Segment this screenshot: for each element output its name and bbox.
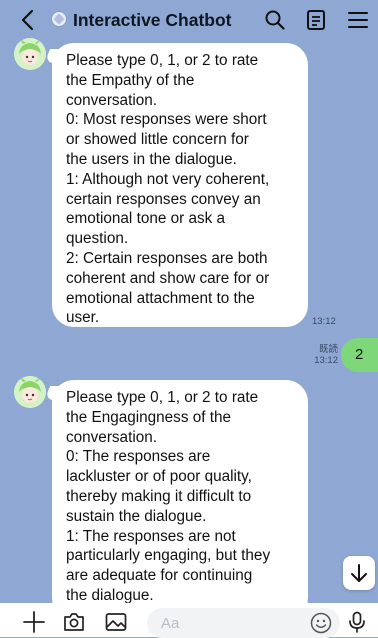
bot-avatar[interactable] — [14, 376, 46, 408]
message-line: 2: Certain responses are both — [66, 249, 268, 267]
bot-avatar[interactable] — [14, 38, 46, 70]
search-icon[interactable] — [263, 8, 287, 32]
message-line: or showed little concern for — [66, 131, 249, 149]
message-line: thereby making it difficult to — [66, 487, 252, 505]
message-line: 1: Although not very coherent, — [66, 170, 270, 188]
camera-icon[interactable] — [62, 610, 86, 634]
chat-header: Interactive Chatbot — [0, 0, 378, 42]
message-input[interactable] — [161, 613, 301, 633]
message-line: emotional tone or ask a — [66, 210, 226, 228]
message-line: question. — [66, 230, 129, 248]
message-line: Please type 0, 1, or 2 to rate — [66, 52, 259, 69]
composer-toolbar — [0, 603, 378, 638]
bot-avatar-icon — [14, 376, 46, 408]
menu-icon[interactable] — [346, 8, 370, 32]
message-line: are adequate for continuing — [66, 567, 253, 585]
back-icon[interactable] — [18, 8, 40, 32]
emoji-icon[interactable] — [310, 612, 332, 634]
message-line: the users in the dialogue. — [66, 150, 237, 168]
read-label: 既読 — [318, 344, 338, 355]
bot-message-empathy: Please type 0, 1, or 2 to rate the Empat… — [52, 43, 308, 327]
message-line: particularly engaging, but they — [66, 547, 271, 565]
read-receipt: 既読 13:12 — [308, 344, 338, 366]
message-timestamp: 13:12 — [314, 355, 338, 366]
image-icon[interactable] — [104, 610, 128, 634]
plus-icon[interactable] — [22, 610, 46, 634]
message-line: 1: The responses are not — [66, 527, 236, 545]
message-line: sustain the dialogue. — [66, 507, 207, 525]
scroll-to-bottom-button[interactable] — [343, 556, 375, 590]
bot-avatar-icon — [14, 38, 46, 70]
message-line: user. — [66, 309, 100, 327]
message-input-container[interactable] — [147, 608, 340, 638]
arrow-down-icon — [351, 564, 367, 582]
message-line: certain responses convey an — [66, 190, 261, 208]
message-line: 0: The responses are — [66, 448, 211, 466]
message-line: coherent and show care for or — [66, 269, 270, 287]
message-line: emotional attachment to the — [66, 289, 255, 307]
message-line: lackluster or of poor quality, — [66, 468, 252, 486]
chat-title: Interactive Chatbot — [73, 10, 232, 30]
message-line: Please type 0, 1, or 2 to rate — [66, 389, 259, 406]
bot-message-engagingness: Please type 0, 1, or 2 to rate the Engag… — [52, 380, 308, 620]
message-line: conversation. — [66, 428, 157, 446]
user-message: 2 — [341, 338, 378, 372]
microphone-icon[interactable] — [345, 610, 369, 634]
message-line: the Empathy of the — [66, 71, 195, 89]
message-line: 0: Most responses were short — [66, 111, 267, 129]
message-timestamp: 13:12 — [312, 316, 336, 327]
message-line: the Engagingness of the — [66, 408, 231, 426]
official-badge-icon — [51, 11, 67, 27]
notes-icon[interactable] — [304, 8, 328, 32]
message-line: conversation. — [66, 91, 157, 109]
